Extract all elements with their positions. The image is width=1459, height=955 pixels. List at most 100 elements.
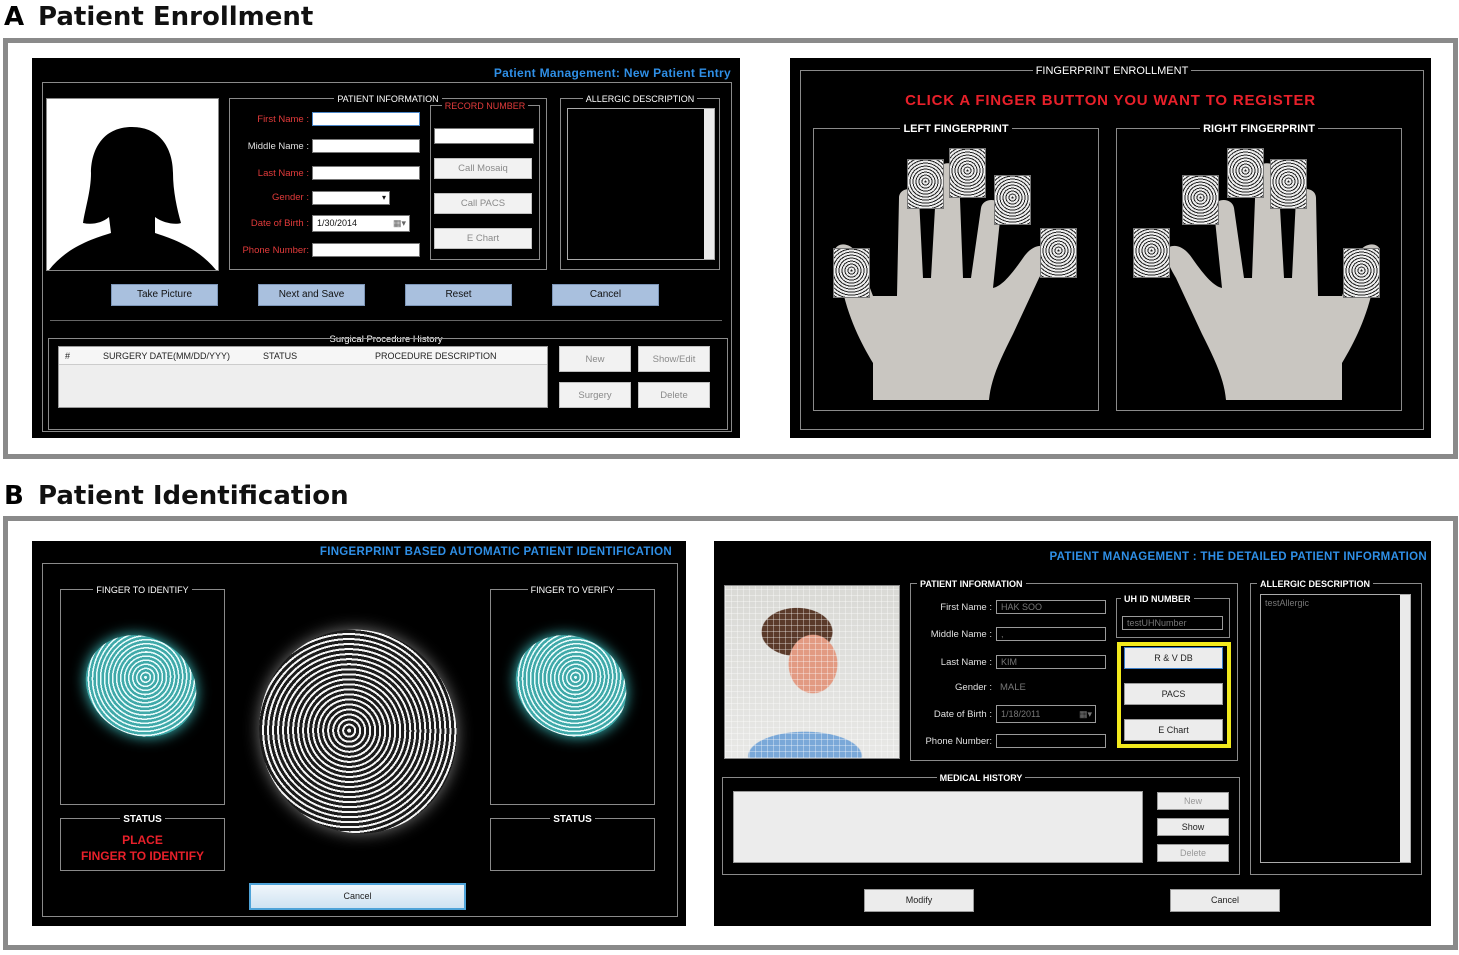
status-line-2: FINGER TO IDENTIFY	[80, 849, 205, 863]
table-header: # SURGERY DATE(MM/DD/YYY) STATUS PROCEDU…	[59, 347, 547, 365]
identification-title: FINGERPRINT BASED AUTOMATIC PATIENT IDEN…	[319, 546, 672, 558]
call-pacs-button[interactable]: Call PACS	[434, 193, 532, 214]
finger-verify-title: FINGER TO VERIFY	[527, 585, 618, 595]
record-number-title: RECORD NUMBER	[441, 101, 529, 111]
finger-identify-title: FINGER TO IDENTIFY	[93, 585, 192, 595]
scrollbar[interactable]	[1400, 595, 1410, 862]
fingerprint-title: FINGERPRINT ENROLLMENT	[1032, 65, 1192, 77]
modify-button[interactable]: Modify	[864, 889, 974, 912]
med-show-button[interactable]: Show	[1157, 818, 1229, 836]
col-num: #	[65, 351, 71, 361]
right-index-button[interactable]	[1270, 159, 1307, 209]
d-dob-label: Date of Birth :	[933, 709, 992, 720]
first-name-label: First Name :	[257, 114, 309, 125]
instruction-text: CLICK A FINGER BUTTON YOU WANT TO REGIST…	[905, 92, 1316, 109]
detail-info-title: PATIENT INFORMATION	[917, 579, 1026, 589]
pacs-button[interactable]: PACS	[1124, 683, 1223, 705]
detail-panel: PATIENT MANAGEMENT : THE DETAILED PATIEN…	[714, 541, 1431, 926]
take-picture-button[interactable]: Take Picture	[111, 284, 218, 306]
d-allergic-value: testAllergic	[1265, 598, 1310, 608]
phone-input[interactable]	[312, 243, 420, 257]
gender-label: Gender :	[272, 192, 309, 203]
next-save-button[interactable]: Next and Save	[258, 284, 365, 306]
d-last-name-field[interactable]: KIM	[996, 655, 1106, 669]
left-thumb-button[interactable]	[833, 248, 870, 298]
right-little-button[interactable]	[1133, 228, 1170, 278]
rv-db-button[interactable]: R & V DB	[1124, 647, 1223, 669]
calendar-icon[interactable]: ▦▾	[1079, 706, 1092, 722]
middle-name-input[interactable]	[312, 139, 420, 153]
panel-title: Patient Management: New Patient Entry	[493, 66, 731, 80]
cancel-button[interactable]: Cancel	[552, 284, 659, 306]
last-name-label: Last Name :	[257, 168, 309, 179]
right-ring-button[interactable]	[1182, 175, 1219, 225]
calendar-icon[interactable]: ▦▾	[393, 216, 406, 231]
middle-name-label: Middle Name :	[247, 141, 309, 152]
detail-cancel-button[interactable]: Cancel	[1170, 889, 1280, 912]
call-mosaiq-button[interactable]: Call Mosaiq	[434, 158, 532, 179]
d-dob-picker[interactable]: 1/18/2011 ▦▾	[996, 705, 1096, 723]
status-right-group: STATUS	[490, 814, 655, 871]
left-ring-button[interactable]	[994, 175, 1031, 225]
e-chart-button[interactable]: E Chart	[1124, 719, 1223, 741]
d-first-name-field[interactable]: HAK SOO	[996, 600, 1106, 614]
section-b-letter: B	[4, 481, 24, 511]
surgery-button[interactable]: Surgery	[559, 382, 631, 408]
allergic-textarea[interactable]	[567, 108, 715, 260]
col-date: SURGERY DATE(MM/DD/YYY)	[103, 351, 231, 361]
med-delete-button[interactable]: Delete	[1157, 844, 1229, 862]
record-number-input[interactable]	[434, 128, 534, 144]
patient-photo	[724, 585, 900, 759]
left-title: LEFT FINGERPRINT	[900, 123, 1012, 135]
last-name-input[interactable]	[312, 166, 420, 180]
allergic-title: ALLERGIC DESCRIPTION	[582, 94, 698, 104]
d-allergic-textarea[interactable]: testAllergic	[1260, 594, 1411, 863]
identification-panel: FINGERPRINT BASED AUTOMATIC PATIENT IDEN…	[32, 541, 686, 926]
identify-cancel-button[interactable]: Cancel	[249, 883, 466, 910]
detail-title: PATIENT MANAGEMENT : THE DETAILED PATIEN…	[1049, 551, 1427, 563]
delete-button[interactable]: Delete	[638, 382, 710, 408]
uh-id-field[interactable]: testUHNumber	[1122, 616, 1223, 630]
dob-value: 1/30/2014	[317, 218, 358, 228]
left-middle-button[interactable]	[949, 148, 986, 198]
scrollbar[interactable]	[704, 109, 714, 259]
enrollment-panel: Patient Management: New Patient Entry PA…	[32, 58, 740, 438]
reset-button[interactable]: Reset	[405, 284, 512, 306]
right-title: RIGHT FINGERPRINT	[1200, 123, 1318, 135]
first-name-input[interactable]	[312, 112, 420, 126]
medical-history-title: MEDICAL HISTORY	[936, 773, 1026, 783]
d-last-name-label: Last Name :	[940, 657, 992, 668]
section-a-letter: A	[4, 2, 25, 32]
dob-picker[interactable]: 1/30/2014 ▦▾	[312, 215, 410, 232]
d-dob-value: 1/18/2011	[1001, 709, 1041, 719]
right-middle-button[interactable]	[1227, 148, 1264, 198]
d-gender-value: MALE	[1000, 682, 1026, 693]
col-desc: PROCEDURE DESCRIPTION	[375, 351, 497, 361]
e-chart-button[interactable]: E Chart	[434, 228, 532, 249]
section-a-title: Patient Enrollment	[38, 2, 314, 32]
d-middle-name-field[interactable]: ,	[996, 627, 1106, 641]
new-surgery-button[interactable]: New	[559, 346, 631, 372]
d-phone-field[interactable]	[996, 734, 1106, 748]
uh-id-title: UH ID NUMBER	[1121, 594, 1194, 604]
med-new-button[interactable]: New	[1157, 792, 1229, 810]
silhouette-icon	[49, 127, 216, 270]
status-message: PLACE FINGER TO IDENTIFY	[60, 832, 225, 864]
show-edit-button[interactable]: Show/Edit	[638, 346, 710, 372]
status-line-1: PLACE	[122, 833, 163, 847]
divider	[50, 320, 722, 321]
gender-select[interactable]: ▾	[312, 191, 390, 205]
patient-photo	[46, 98, 219, 271]
left-little-button[interactable]	[1040, 228, 1077, 278]
d-phone-label: Phone Number:	[925, 736, 992, 747]
section-b-title: Patient Identification	[38, 481, 349, 511]
fingerprint-panel: FINGERPRINT ENROLLMENT CLICK A FINGER BU…	[790, 58, 1431, 438]
right-thumb-button[interactable]	[1343, 248, 1380, 298]
group-title: PATIENT INFORMATION	[334, 94, 442, 104]
surgical-table[interactable]: # SURGERY DATE(MM/DD/YYY) STATUS PROCEDU…	[58, 346, 548, 408]
d-middle-name-label: Middle Name :	[930, 629, 992, 640]
medical-history-list[interactable]	[733, 791, 1143, 863]
left-index-button[interactable]	[907, 159, 944, 209]
col-status: STATUS	[263, 351, 298, 361]
status-right-title: STATUS	[550, 814, 595, 825]
